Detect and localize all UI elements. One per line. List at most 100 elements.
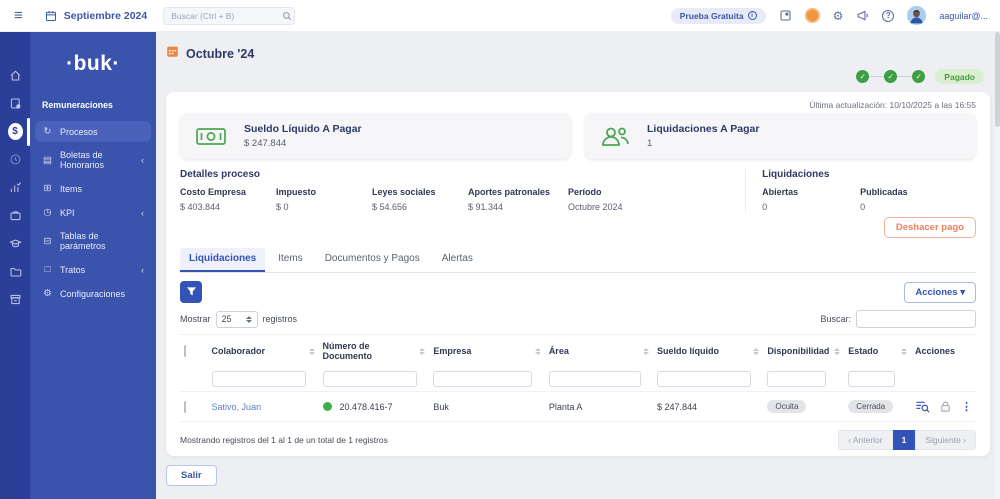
folder-icon[interactable] [8, 264, 23, 279]
net-salary-cell: $ 247.844 [656, 401, 698, 412]
pagination-page-1[interactable]: 1 [892, 430, 916, 450]
undo-row: Deshacer pago [180, 217, 976, 238]
liquidaciones-title: Liquidaciones [762, 169, 830, 180]
tab-alertas[interactable]: Alertas [433, 248, 482, 272]
column-header-disponibilidad[interactable]: Disponibilidad [767, 346, 829, 356]
exit-button[interactable]: Salir [166, 465, 217, 486]
show-label: Mostrar [180, 314, 211, 324]
area-cell: Planta A [548, 401, 583, 412]
trial-badge-label: Prueba Gratuita [679, 10, 744, 21]
last-update-text: Última actualización: 10/10/2025 a las 1… [809, 100, 976, 110]
filter-input-sueldo[interactable] [656, 371, 752, 387]
column-header-documento[interactable]: Número de Documento [323, 341, 417, 361]
table-row: Sativo, Juan 20.478.416-7 Buk Planta A $… [180, 391, 976, 422]
help-icon[interactable]: ? [882, 9, 895, 22]
column-header-sueldo-liquido[interactable]: Sueldo líquido [657, 346, 719, 356]
sidebar-item-kpi[interactable]: ◷ KPI ‹ [35, 202, 151, 223]
sidebar-item-configuraciones[interactable]: ⚙ Configuraciones [35, 283, 151, 304]
employee-link[interactable]: Sativo, Juan [212, 402, 262, 412]
user-email[interactable]: aaguilar@... [939, 11, 988, 21]
home-icon[interactable] [8, 68, 23, 83]
stat-value: $ 247.844 [244, 138, 287, 149]
sidebar-item-tablas-de-parametros[interactable]: ⊟ Tablas de parámetros [35, 226, 151, 256]
sort-icon[interactable] [419, 347, 426, 355]
clock-icon[interactable] [8, 152, 23, 167]
box-icon: □ [44, 264, 51, 275]
filter-input-area[interactable] [548, 371, 641, 387]
filter-input-documento[interactable] [322, 371, 418, 387]
sort-icon[interactable] [834, 347, 841, 355]
page-size-select[interactable]: 25 [215, 310, 258, 328]
lock-icon[interactable] [939, 400, 952, 413]
column-header-area[interactable]: Área [549, 346, 569, 356]
sidebar-item-procesos[interactable]: ↻ Procesos [35, 121, 151, 142]
field-value: $ 0 [276, 202, 289, 212]
clipboard-icon[interactable] [8, 96, 23, 111]
caret-down-icon: ▾ [960, 286, 965, 298]
gear-icon[interactable]: ⚙ [833, 9, 844, 23]
pagination-prev-button[interactable]: ‹ Anterior [838, 430, 893, 450]
sidebar-item-tratos[interactable]: □ Tratos ‹ [35, 259, 151, 280]
sort-icon[interactable] [642, 347, 649, 355]
sidebar-item-boletas-de-honorarios[interactable]: ▤ Boletas de Honorarios ‹ [35, 145, 151, 175]
filter-input-colaborador[interactable] [211, 371, 307, 387]
field-value: 0 [860, 202, 866, 212]
sidebar: ·buk· Remuneraciones ↻ Procesos ▤ Boleta… [30, 32, 156, 499]
trial-badge[interactable]: Prueba Gratuita i [670, 7, 766, 24]
field-label: Leyes sociales [372, 187, 436, 197]
calendar-orange-icon [166, 45, 179, 63]
period-selector[interactable]: Septiembre 2024 [64, 10, 147, 22]
field-periodo: Período Octubre 2024 [568, 187, 633, 212]
remunerations-dollar-icon[interactable]: $ [7, 118, 30, 146]
scrollbar[interactable] [995, 32, 1000, 499]
performance-chart-icon[interactable] [8, 180, 23, 195]
briefcase-icon[interactable] [8, 208, 23, 223]
view-payslip-icon[interactable] [915, 400, 930, 413]
scrollbar-thumb[interactable] [995, 32, 1000, 127]
select-all-checkbox[interactable] [184, 345, 186, 357]
sidebar-item-items[interactable]: ⊞ Items [35, 178, 151, 199]
tab-documentos-y-pagos[interactable]: Documentos y Pagos [316, 248, 429, 272]
sort-icon[interactable] [901, 347, 907, 355]
sort-icon[interactable] [753, 347, 760, 355]
filter-button[interactable] [180, 281, 202, 303]
column-header-estado[interactable]: Estado [848, 346, 878, 356]
points-coin-icon[interactable] [804, 8, 820, 23]
select-caret-icon [245, 315, 252, 323]
table-icon: ⊟ [43, 235, 52, 247]
window-icon[interactable] [779, 9, 792, 22]
field-value: 0 [762, 202, 768, 212]
records-summary: Mostrando registros del 1 al 1 de un tot… [180, 435, 388, 445]
stat-text: Sueldo Líquido A Pagar $ 247.844 [244, 123, 362, 149]
user-avatar[interactable] [907, 6, 927, 25]
bank-icon[interactable] [8, 292, 23, 307]
more-options-icon[interactable]: ⋮ [961, 400, 972, 413]
page-size-value: 25 [221, 314, 232, 324]
topbar-actions: Prueba Gratuita i ⚙ ? aaguilar@... [670, 6, 988, 25]
filter-input-disponibilidad[interactable] [767, 371, 826, 387]
undo-payment-button[interactable]: Deshacer pago [883, 217, 976, 238]
table-controls-row: Mostrar 25 registros Buscar: [180, 310, 976, 328]
row-checkbox[interactable] [184, 400, 186, 413]
training-cap-icon[interactable] [8, 236, 23, 251]
sort-icon[interactable] [534, 347, 541, 355]
megaphone-icon[interactable] [856, 9, 869, 22]
tab-items[interactable]: Items [269, 248, 311, 272]
table-search-input[interactable] [856, 310, 976, 328]
details-title: Detalles proceso [180, 169, 261, 180]
filter-input-empresa[interactable] [433, 371, 533, 387]
toolbar-row: Acciones ▾ [180, 281, 976, 303]
calendar-icon[interactable] [45, 10, 57, 22]
global-search[interactable] [163, 6, 296, 25]
sort-icon[interactable] [308, 347, 315, 355]
search-input[interactable] [171, 10, 283, 21]
chevron-collapse-icon: ‹ [141, 207, 144, 218]
tab-liquidaciones[interactable]: Liquidaciones [180, 248, 266, 272]
hamburger-menu-icon[interactable]: ≡ [14, 7, 23, 24]
column-header-empresa[interactable]: Empresa [433, 346, 471, 356]
filter-input-estado[interactable] [848, 371, 896, 387]
column-header-colaborador[interactable]: Colaborador [212, 346, 266, 356]
pagination-next-button[interactable]: Siguiente › [915, 430, 976, 450]
page-size-control: Mostrar 25 registros [180, 310, 297, 328]
actions-dropdown-button[interactable]: Acciones ▾ [904, 281, 976, 303]
